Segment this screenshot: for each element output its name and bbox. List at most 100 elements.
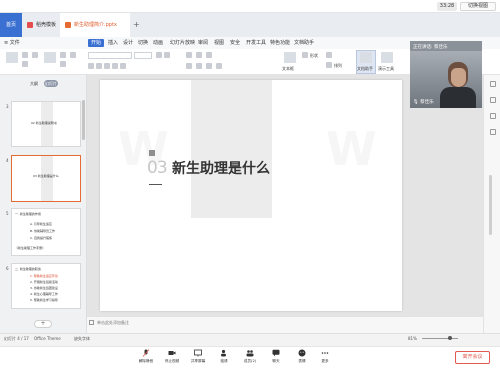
align-left-icon[interactable] [186, 63, 192, 69]
canvas-scrollbar[interactable] [489, 175, 492, 235]
paste-icon[interactable] [6, 52, 18, 63]
leave-meeting-button[interactable]: 离开会议 [455, 351, 490, 364]
thumbnail-text: 2. 开展新生班级活动 [30, 280, 58, 284]
control-label: 成员(2) [243, 359, 257, 363]
speaker-video[interactable]: 正在讲话: 蔡佳乐 🎙 蔡佳乐 [410, 41, 482, 108]
thumbnail-text: 二. 新生助理的职责 [15, 267, 41, 271]
font-color-icon[interactable] [120, 63, 126, 69]
slide-thumbnail-5[interactable]: 一. 新生助理的作用 A. 引导新生适应 B. 协助辅导员工作 C. 自我提升锻… [11, 208, 81, 256]
chat-icon [272, 349, 280, 357]
notes-pane[interactable] [87, 316, 483, 333]
unmute-button[interactable]: 解除静音 [133, 349, 159, 364]
ribbon-tab-transition[interactable]: 切换 [138, 39, 148, 47]
speaker-body [440, 87, 476, 108]
shape-icon[interactable] [302, 52, 308, 58]
speaking-indicator: 正在讲话: 蔡佳乐 [413, 45, 448, 50]
current-slide[interactable]: W W 03 新生助理是什么 [100, 80, 402, 311]
control-label: 停止视频 [164, 359, 180, 363]
more-button[interactable]: 更多 [312, 349, 338, 364]
reset-icon[interactable] [60, 61, 66, 67]
slide-watermark: W [326, 122, 379, 176]
invite-button[interactable]: 邀请 [211, 349, 237, 364]
zoom-slider-knob[interactable] [448, 336, 452, 340]
slide-decor-square [149, 150, 155, 156]
slide-thumbnail-6[interactable]: 二. 新生助理的职责 1. 帮助新生适应环境 2. 开展新生班级活动 3. 协助… [11, 263, 81, 309]
align-right-icon[interactable] [206, 63, 212, 69]
notes-placeholder: 单击此处添加备注 [97, 320, 129, 325]
indent-icon[interactable] [206, 52, 212, 58]
ribbon-tab-slideshow[interactable]: 幻灯片放映 [170, 39, 195, 47]
tab-slides[interactable]: 幻灯片 [44, 80, 58, 87]
tab-document[interactable]: 新生助理简介.pptx [60, 13, 130, 37]
control-label: 邀请 [220, 359, 228, 363]
thumbnail-text: 《新生助理工作手册》 [15, 246, 46, 250]
ribbon-tab-security[interactable]: 安全 [230, 39, 240, 47]
invite-icon [221, 349, 226, 357]
zoom-level: 81% [408, 336, 417, 341]
tab-home[interactable]: 首页 [0, 13, 22, 37]
new-slide-icon[interactable] [44, 52, 56, 63]
picture-icon[interactable] [326, 52, 332, 58]
format-painter-icon[interactable] [32, 52, 38, 58]
stop-video-button[interactable]: 停止视频 [159, 349, 185, 364]
zoom-slider[interactable] [422, 338, 458, 339]
tab-template[interactable]: 稻壳模板 [22, 13, 60, 37]
chat-button[interactable]: 聊天 [263, 349, 289, 364]
thumbnail-text: 4. 新生心理辅导工作 [30, 292, 58, 296]
slide-thumbnail-4[interactable]: 03 新生助理是什么 [11, 155, 81, 202]
increase-font-icon[interactable] [156, 52, 162, 58]
doc-assistant-icon [360, 52, 372, 63]
thumbnail-text: 1. 帮助新生适应环境 [30, 274, 58, 278]
numbering-icon[interactable] [196, 52, 202, 58]
location-icon[interactable] [490, 97, 496, 103]
textbox-icon[interactable] [284, 52, 296, 63]
underline-icon[interactable] [104, 63, 110, 69]
font-family-select[interactable] [88, 52, 132, 59]
property-icon[interactable] [490, 81, 496, 87]
align-center-icon[interactable] [196, 63, 202, 69]
ribbon-tab-home[interactable]: 开始 [88, 39, 105, 47]
section-icon[interactable] [70, 52, 76, 58]
ribbon-tab-design[interactable]: 设计 [123, 39, 133, 47]
strikethrough-icon[interactable] [112, 63, 118, 69]
thumbnail-text: 03 新生助理是什么 [33, 174, 59, 178]
textbox-label: 文本框 [282, 66, 294, 71]
tab-outline[interactable]: 大纲 [28, 80, 40, 87]
add-slide-button[interactable]: + [34, 320, 52, 328]
italic-icon[interactable] [96, 63, 102, 69]
copy-icon[interactable] [22, 61, 28, 67]
ribbon-tab-review[interactable]: 审阅 [198, 39, 208, 47]
cut-icon[interactable] [22, 52, 28, 58]
slide-thumbnail-3[interactable]: 02 新生助理说明书 [11, 101, 81, 147]
notes-icon [89, 320, 94, 325]
ribbon-tab-animation[interactable]: 动画 [153, 39, 163, 47]
members-button[interactable]: 成员(2) [237, 349, 263, 364]
new-tab-icon[interactable]: + [133, 21, 140, 29]
theme-name: Office Theme [34, 336, 61, 341]
ribbon-tab-view[interactable]: 视图 [214, 39, 224, 47]
thumbnail-text: 一. 新生助理的作用 [15, 212, 41, 216]
missing-font-indicator[interactable]: 缺失字体 [74, 336, 90, 342]
ribbon-tab-doc-assistant[interactable]: 文档助手 [294, 39, 314, 47]
ribbon-tab-devtools[interactable]: 开发工具 [246, 39, 266, 47]
share-screen-button[interactable]: 共享屏幕 [185, 349, 211, 364]
control-label: 聊天 [272, 359, 280, 363]
bold-icon[interactable] [88, 63, 94, 69]
justify-icon[interactable] [216, 63, 222, 69]
layout-icon[interactable] [60, 52, 66, 58]
presentation-tools-icon[interactable] [381, 52, 393, 63]
share-screen-icon [194, 349, 202, 357]
file-menu-button[interactable]: ≡ 文件 [4, 39, 20, 47]
ribbon-tab-features[interactable]: 特色功能 [270, 39, 290, 47]
slide-title[interactable]: 新生助理是什么 [172, 161, 270, 177]
switch-view-button[interactable]: 切换视图 [460, 2, 496, 11]
font-size-select[interactable] [134, 52, 152, 59]
arrange-icon[interactable] [326, 62, 332, 68]
thumbnail-scrollbar[interactable] [82, 100, 85, 140]
arrange-label: 排列 [334, 63, 342, 68]
ribbon-tab-insert[interactable]: 插入 [108, 39, 118, 47]
bullets-icon[interactable] [186, 52, 192, 58]
text-icon[interactable] [490, 129, 496, 135]
star-icon[interactable] [490, 113, 496, 119]
decrease-font-icon[interactable] [164, 52, 170, 58]
